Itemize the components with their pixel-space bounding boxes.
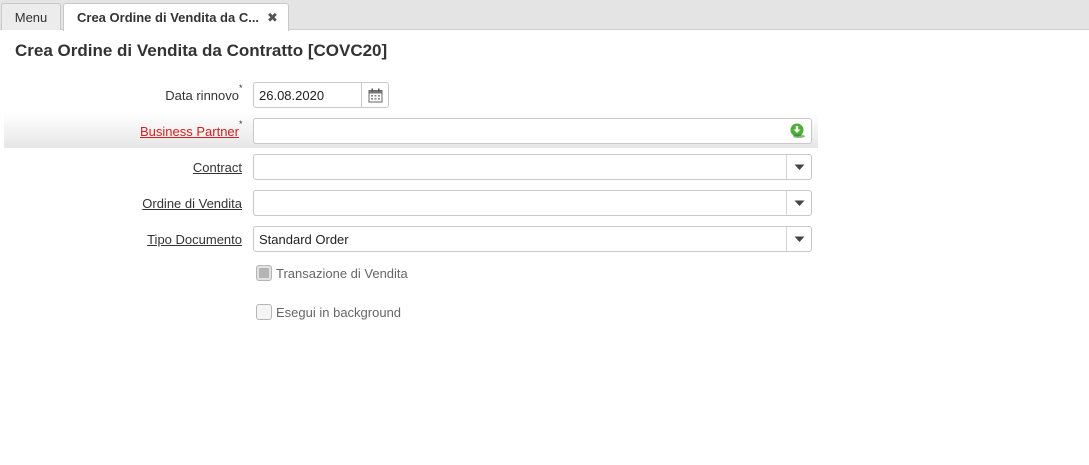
contract-label[interactable]: Contract [193,160,242,175]
tab-bar: Menu Crea Ordine di Vendita da C... ✖ [0,0,1089,31]
tab-active-process[interactable]: Crea Ordine di Vendita da C... ✖ [63,3,289,31]
esegui-in-background-checkbox[interactable] [256,304,272,320]
ordine-di-vendita-input[interactable] [254,191,786,215]
transazione-di-vendita-row: Transazione di Vendita [256,265,408,281]
esegui-in-background-row: Esegui in background [256,304,401,320]
business-partner-input[interactable] [254,119,785,143]
tipo-documento-field [253,226,812,252]
calendar-icon[interactable] [362,83,388,107]
required-marker: * [239,119,243,129]
search-arrow-icon[interactable] [785,119,811,143]
tipo-documento-label[interactable]: Tipo Documento [147,232,242,247]
transazione-di-vendita-label: Transazione di Vendita [276,265,408,281]
business-partner-field [253,118,812,144]
caret-down-icon[interactable] [786,155,811,179]
data-rinnovo-label: Data rinnovo [165,88,239,103]
contract-field [253,154,812,180]
ordine-di-vendita-label[interactable]: Ordine di Vendita [142,196,242,211]
tab-menu[interactable]: Menu [1,3,61,30]
caret-down-icon[interactable] [786,191,811,215]
business-partner-label[interactable]: Business Partner [140,124,239,139]
close-icon[interactable]: ✖ [267,10,278,26]
data-rinnovo-input[interactable] [254,83,362,107]
ordine-di-vendita-field [253,190,812,216]
tab-active-label: Crea Ordine di Vendita da C... [77,10,260,25]
data-rinnovo-field [253,82,389,108]
esegui-in-background-label[interactable]: Esegui in background [276,305,401,320]
tipo-documento-input[interactable] [254,227,786,251]
caret-down-icon[interactable] [786,227,811,251]
contract-input[interactable] [254,155,786,179]
tab-menu-label: Menu [14,9,48,25]
page-title: Crea Ordine di Vendita da Contratto [COV… [15,41,388,60]
required-marker: * [239,83,243,93]
transazione-di-vendita-checkbox [256,265,272,281]
